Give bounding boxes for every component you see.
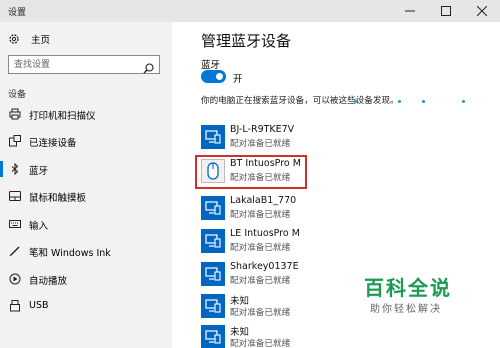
device-name: Sharkey0137E xyxy=(230,261,299,272)
sidebar-item-usb[interactable]: USB xyxy=(0,295,172,317)
sidebar-item-printers[interactable]: 打印机和扫描仪 xyxy=(0,103,172,125)
title-bar: 设置 xyxy=(0,0,500,22)
maximize-button[interactable] xyxy=(428,0,464,22)
toggle-state-label: 开 xyxy=(233,74,243,85)
sidebar-item-label: 输入 xyxy=(29,221,49,232)
device-status: 配对准备已就绪 xyxy=(230,339,291,348)
sidebar-item-label: 打印机和扫描仪 xyxy=(29,111,96,122)
window-controls xyxy=(392,0,500,22)
mouse-touchpad-icon xyxy=(9,190,21,202)
pen-icon xyxy=(9,245,21,257)
watermark-title: 百科全说 xyxy=(364,276,452,300)
computer-device-icon xyxy=(201,125,225,149)
watermark-subtitle: 助你轻松解决 xyxy=(370,304,442,315)
toggle-knob xyxy=(216,73,223,80)
device-name: LakalaB1_770 xyxy=(230,195,297,206)
highlight-box xyxy=(195,155,307,189)
discovery-description: 你的电脑正在搜索蓝牙设备，可以被这些设备发现。 xyxy=(201,96,399,106)
sidebar: 主页 设备 打印机和扫描仪 已连接设备 蓝牙 鼠标和触摸板 xyxy=(0,22,172,348)
device-name: 未知 xyxy=(230,327,250,338)
device-item[interactable]: Sharkey0137E 配对准备已就绪 xyxy=(201,259,351,293)
device-name: LE IntuosPro M xyxy=(230,228,300,239)
bluetooth-toggle[interactable] xyxy=(201,70,226,83)
usb-icon xyxy=(9,300,21,312)
home-nav-item[interactable]: 主页 xyxy=(8,32,50,46)
sidebar-item-bluetooth[interactable]: 蓝牙 xyxy=(0,158,172,180)
sidebar-item-label: USB xyxy=(29,300,49,311)
computer-device-icon xyxy=(201,325,225,348)
close-icon xyxy=(477,6,487,16)
device-item[interactable]: 未知 配对准备已就绪 xyxy=(201,322,351,348)
connected-devices-icon xyxy=(9,135,21,147)
gear-icon xyxy=(8,30,20,49)
device-item[interactable]: 未知 配对准备已就绪 xyxy=(201,291,351,325)
progress-dot xyxy=(462,100,465,103)
computer-device-icon xyxy=(201,229,225,253)
section-label-devices: 设备 xyxy=(8,90,27,100)
minimize-icon xyxy=(405,10,415,12)
sidebar-item-typing[interactable]: 输入 xyxy=(0,213,172,235)
computer-device-icon xyxy=(201,294,225,318)
bluetooth-label: 蓝牙 xyxy=(201,60,221,71)
progress-dot xyxy=(354,100,357,103)
watermark: 百科全说 助你轻松解决 xyxy=(360,272,485,320)
sidebar-item-label: 已连接设备 xyxy=(29,138,77,149)
device-status: 配对准备已就绪 xyxy=(230,210,291,220)
device-status: 配对准备已就绪 xyxy=(230,139,291,149)
printer-icon xyxy=(9,108,21,120)
sidebar-item-connected-devices[interactable]: 已连接设备 xyxy=(0,130,172,152)
device-name: BJ-L-R9TKE7V xyxy=(230,124,295,135)
sidebar-item-autoplay[interactable]: 自动播放 xyxy=(0,268,172,290)
home-label: 主页 xyxy=(31,35,51,46)
keyboard-icon xyxy=(9,218,21,230)
computer-device-icon xyxy=(201,196,225,220)
device-item[interactable]: LakalaB1_770 配对准备已就绪 xyxy=(201,193,351,227)
window-title: 设置 xyxy=(8,8,27,18)
device-item[interactable]: BJ-L-R9TKE7V 配对准备已就绪 xyxy=(201,122,351,156)
sidebar-item-label: 笔和 Windows Ink xyxy=(29,248,111,259)
computer-device-icon xyxy=(201,262,225,286)
progress-dot xyxy=(398,100,401,103)
sidebar-item-label: 鼠标和触摸板 xyxy=(29,193,87,204)
active-indicator xyxy=(0,161,3,177)
maximize-icon xyxy=(441,6,451,16)
bluetooth-icon xyxy=(9,163,21,175)
autoplay-icon xyxy=(9,273,21,285)
device-status: 配对准备已就绪 xyxy=(230,243,291,253)
sidebar-item-label: 自动播放 xyxy=(29,276,68,287)
sidebar-item-label: 蓝牙 xyxy=(29,166,49,177)
minimize-button[interactable] xyxy=(392,0,428,22)
device-status: 配对准备已就绪 xyxy=(230,276,291,286)
search-box[interactable] xyxy=(8,55,160,74)
progress-dot xyxy=(422,100,425,103)
device-item[interactable]: LE IntuosPro M 配对准备已就绪 xyxy=(201,226,351,260)
sidebar-item-pen[interactable]: 笔和 Windows Ink xyxy=(0,240,172,262)
page-title: 管理蓝牙设备 xyxy=(201,32,292,50)
search-input[interactable] xyxy=(14,58,139,71)
search-icon[interactable] xyxy=(143,59,154,78)
sidebar-item-mouse[interactable]: 鼠标和触摸板 xyxy=(0,185,172,207)
device-status: 配对准备已就绪 xyxy=(230,308,291,318)
close-button[interactable] xyxy=(464,0,500,22)
device-name: 未知 xyxy=(230,296,250,307)
